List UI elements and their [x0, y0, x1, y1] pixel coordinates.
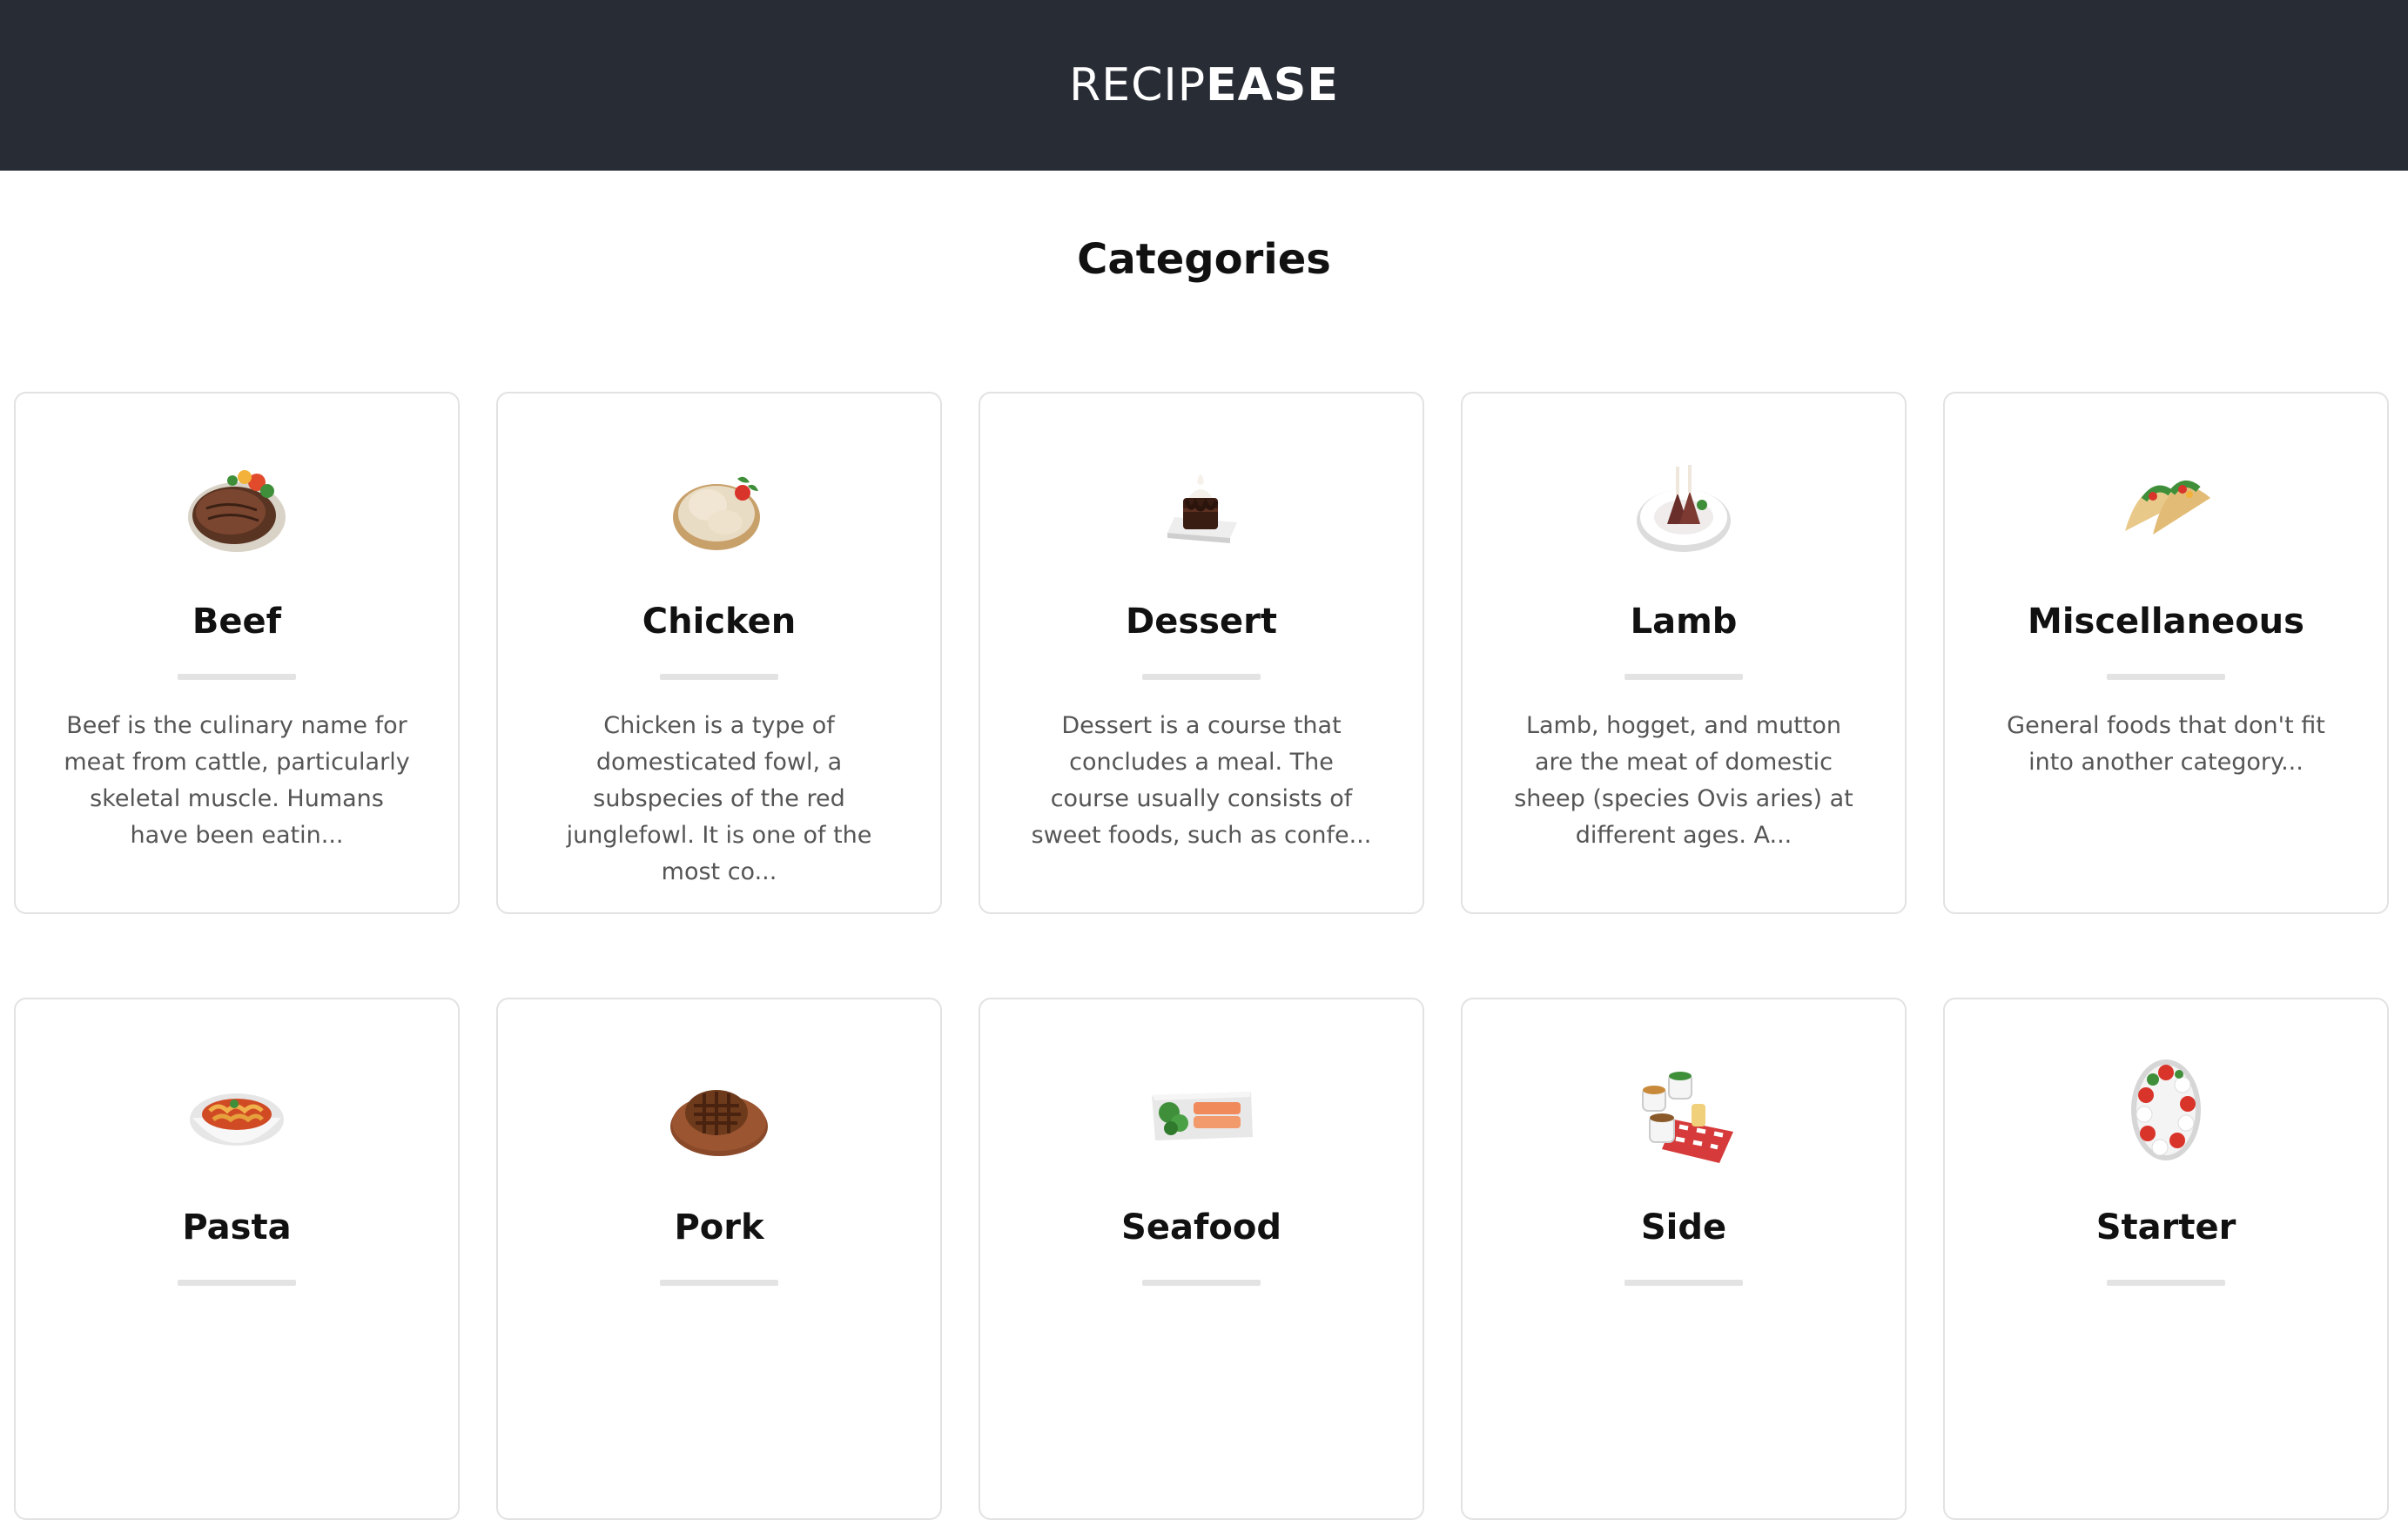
category-description: Chicken is a type of domesticated fowl, …: [566, 712, 872, 885]
title-divider: [2107, 674, 2225, 680]
title-divider: [178, 674, 296, 680]
category-card-dessert[interactable]: Dessert Dessert is a course that conclud…: [979, 392, 1424, 914]
category-title: Miscellaneous: [2028, 602, 2304, 642]
category-grid: Beef Beef is the culinary name for meat …: [14, 392, 2391, 1520]
title-divider: [1142, 674, 1261, 680]
category-title: Beef: [192, 602, 282, 642]
starter-plate-icon: [2109, 1053, 2223, 1167]
category-description: General foods that don't fit into anothe…: [2007, 712, 2325, 776]
tacos-icon: [2109, 447, 2223, 561]
title-divider: [1142, 1280, 1261, 1286]
title-divider: [178, 1280, 296, 1286]
title-divider: [660, 1280, 778, 1286]
dessert-icon: [1145, 447, 1258, 561]
category-card-starter[interactable]: Starter: [1943, 998, 2389, 1520]
category-title: Pasta: [182, 1207, 292, 1248]
lamb-chops-icon: [1627, 447, 1740, 561]
category-description: Lamb, hogget, and mutton are the meat of…: [1514, 712, 1853, 849]
category-title: Dessert: [1126, 602, 1277, 642]
steak-icon: [180, 447, 293, 561]
category-title: Pork: [674, 1207, 764, 1248]
title-divider: [2107, 1280, 2225, 1286]
category-title: Chicken: [642, 602, 797, 642]
category-description: Beef is the culinary name for meat from …: [64, 712, 410, 849]
category-card-beef[interactable]: Beef Beef is the culinary name for meat …: [14, 392, 460, 914]
category-card-miscellaneous[interactable]: Miscellaneous General foods that don't f…: [1943, 392, 2389, 914]
seafood-icon: [1145, 1053, 1258, 1167]
category-card-lamb[interactable]: Lamb Lamb, hogget, and mutton are the me…: [1461, 392, 1907, 914]
category-description: Dessert is a course that concludes a mea…: [1031, 712, 1372, 849]
logo[interactable]: RECIPEASE: [1069, 59, 1339, 111]
category-title: Side: [1640, 1207, 1727, 1248]
title-divider: [660, 674, 778, 680]
logo-text-bold: EASE: [1206, 59, 1339, 111]
pork-icon: [663, 1053, 776, 1167]
logo-text-light: RECIP: [1069, 59, 1207, 111]
top-navbar: RECIPEASE: [0, 0, 2408, 171]
title-divider: [1624, 1280, 1743, 1286]
category-card-side[interactable]: Side: [1461, 998, 1907, 1520]
category-card-chicken[interactable]: Chicken Chicken is a type of domesticate…: [496, 392, 942, 914]
chicken-icon: [663, 447, 776, 561]
category-card-pork[interactable]: Pork: [496, 998, 942, 1520]
category-title: Lamb: [1630, 602, 1738, 642]
category-title: Seafood: [1121, 1207, 1281, 1248]
page-title: Categories: [1077, 235, 1331, 284]
title-divider: [1624, 674, 1743, 680]
category-title: Starter: [2095, 1207, 2236, 1248]
category-card-seafood[interactable]: Seafood: [979, 998, 1424, 1520]
side-dishes-icon: [1627, 1053, 1740, 1167]
category-card-pasta[interactable]: Pasta: [14, 998, 460, 1520]
pasta-icon: [180, 1053, 293, 1167]
